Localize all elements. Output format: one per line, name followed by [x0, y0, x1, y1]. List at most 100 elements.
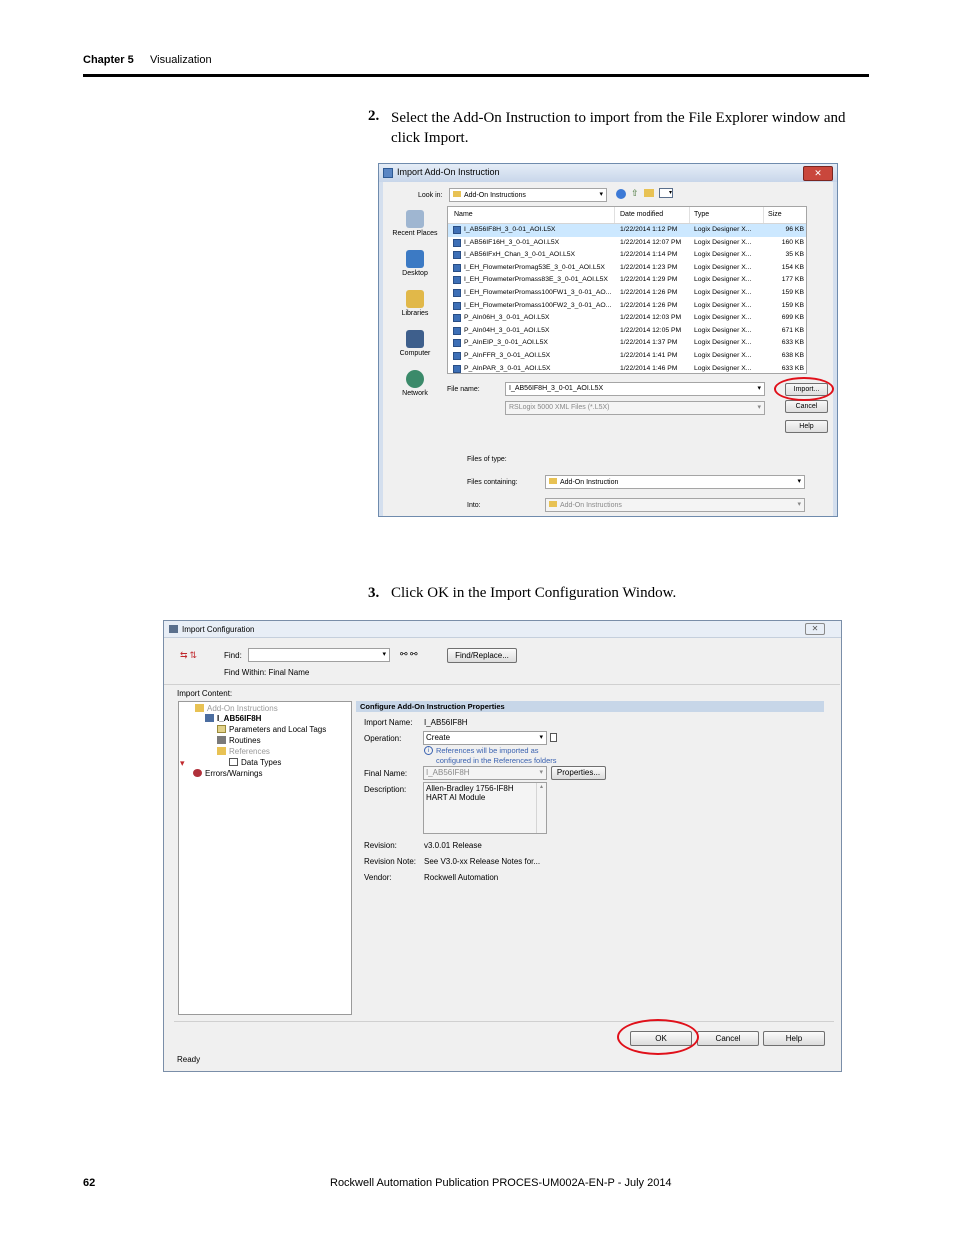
l5x-file-icon [453, 364, 461, 373]
app-icon [169, 625, 178, 633]
tree-label: Errors/Warnings [205, 769, 263, 778]
vendor-label: Vendor: [364, 873, 392, 882]
publication-info: Rockwell Automation Publication PROCES-U… [330, 1177, 672, 1189]
back-icon[interactable] [616, 189, 626, 199]
cancel-button[interactable]: Cancel [697, 1031, 759, 1046]
file-size: 154 KB [781, 263, 804, 271]
place-computer[interactable]: Computer [387, 330, 443, 357]
place-recent[interactable]: Recent Places [387, 210, 443, 237]
chevron-down-icon: ▾ [797, 501, 801, 508]
file-date: 1/22/2014 12:07 PM [620, 238, 682, 246]
find-direction-icon[interactable]: ⇆⇅ [180, 650, 199, 661]
file-row[interactable]: I_AB56IF16H_3_0-01_AOI.L5X 1/22/2014 12:0… [448, 237, 806, 250]
vendor-value: Rockwell Automation [424, 873, 499, 882]
file-row[interactable]: I_EH_FlowmeterPromass100FW2_3_0-01_AO...… [448, 300, 806, 313]
into-select[interactable]: Add-On Instructions ▾ [545, 498, 805, 512]
import-name-label: Import Name: [364, 718, 413, 727]
l5x-file-icon [453, 339, 461, 348]
step-2-text: Select the Add-On Instruction to import … [391, 110, 846, 146]
file-row[interactable]: P_AInPAR_3_0-01_AOI.L5X 1/22/2014 1:46 PM… [448, 363, 806, 373]
file-name: I_AB56IFxH_Chan_3_0-01_AOI.L5X [464, 251, 576, 259]
revision-note-value: See V3.0-xx Release Notes for... [424, 857, 541, 866]
file-row[interactable]: I_EH_FlowmeterPromag53E_3_0-01_AOI.L5X 1/… [448, 262, 806, 275]
tree-node-errors[interactable]: Errors/Warnings [193, 769, 263, 778]
file-size: 177 KB [781, 276, 804, 284]
help-button[interactable]: Help [763, 1031, 825, 1046]
file-type: Logix Designer X... [694, 263, 752, 271]
file-row[interactable]: P_AInEIP_3_0-01_AOI.L5X 1/22/2014 1:37 PM… [448, 337, 806, 350]
files-containing-label: Files containing: [467, 479, 518, 486]
step-2-number: 2. [368, 108, 380, 124]
tree-node-parameters[interactable]: Parameters and Local Tags [217, 725, 326, 734]
file-type: Logix Designer X... [694, 276, 752, 284]
tree-node-data-types[interactable]: Data Types [229, 758, 281, 767]
operation-select[interactable]: Create ▾ [423, 731, 547, 745]
file-type-select[interactable]: RSLogix 5000 XML Files (*.L5X) ▾ [505, 401, 765, 415]
description-box[interactable]: Allen-Bradley 1756-IF8H HART AI Module ▴ [423, 782, 547, 834]
tree-node-references[interactable]: References [217, 747, 270, 756]
file-type-value: RSLogix 5000 XML Files (*.L5X) [509, 404, 610, 411]
file-type: Logix Designer X... [694, 314, 752, 322]
l5x-file-icon [453, 238, 461, 247]
final-name-input[interactable]: I_AB56IF8H ▾ [423, 766, 547, 780]
close-icon[interactable]: ✕ [805, 623, 825, 635]
files-containing-value: Add-On Instruction [560, 479, 619, 486]
ok-highlight-circle [617, 1019, 699, 1055]
import-aoi-title: Import Add-On Instruction [397, 167, 500, 177]
new-folder-icon[interactable] [644, 189, 654, 197]
column-size[interactable]: Size [768, 211, 782, 218]
find-binoculars-icon[interactable]: ⚯ ⚯ [400, 649, 418, 660]
up-folder-icon[interactable]: ⇧ [631, 188, 639, 199]
l5x-file-icon [453, 314, 461, 323]
divider [174, 1021, 834, 1022]
step-3-number: 3. [368, 585, 380, 601]
file-row[interactable]: I_EH_FlowmeterPromass100FW1_3_0-01_AO...… [448, 287, 806, 300]
find-replace-button[interactable]: Find/Replace... [447, 648, 517, 663]
file-type: Logix Designer X... [694, 226, 752, 233]
place-libraries[interactable]: Libraries [387, 290, 443, 317]
import-aoi-dialog: Import Add-On Instruction ✕ Look in: Add… [378, 163, 838, 517]
cancel-button[interactable]: Cancel [785, 400, 828, 413]
document-icon[interactable] [550, 733, 557, 742]
import-name-value: I_AB56IF8H [424, 718, 468, 727]
file-size: 638 KB [781, 352, 804, 359]
view-menu-icon[interactable]: ▾ [659, 188, 673, 198]
desktop-icon [406, 250, 424, 268]
import-config-dialog: Import Configuration ✕ ⇆⇅ Find: ▾ ⚯ ⚯ Fi… [163, 620, 842, 1072]
revision-note-label: Revision Note: [364, 857, 417, 866]
import-content-tree: Add-On Instructions I_AB56IF8H Parameter… [178, 701, 352, 1015]
scrollbar[interactable]: ▴ [536, 783, 546, 833]
column-date[interactable]: Date modified [620, 211, 663, 218]
file-size: 96 KB [785, 226, 804, 233]
file-name-input[interactable]: I_AB56IF8H_3_0-01_AOI.L5X ▾ [505, 382, 765, 396]
file-row[interactable]: I_AB56IF8H_3_0-01_AOI.L5X 1/22/2014 1:12 … [448, 224, 806, 237]
files-containing-select[interactable]: Add-On Instruction ▾ [545, 475, 805, 489]
file-date: 1/22/2014 1:23 PM [620, 263, 678, 271]
file-date: 1/22/2014 1:12 PM [620, 226, 678, 233]
tree-node-aoi-folder[interactable]: Add-On Instructions [195, 704, 278, 713]
tree-node-routines[interactable]: Routines [217, 736, 261, 745]
place-desktop[interactable]: Desktop [387, 250, 443, 277]
file-row[interactable]: P_AIn06H_3_0-01_AOI.L5X 1/22/2014 12:03 P… [448, 312, 806, 325]
file-row[interactable]: I_EH_FlowmeterPromass83E_3_0-01_AOI.L5X 1… [448, 274, 806, 287]
place-network[interactable]: Network [387, 370, 443, 397]
file-type: Logix Designer X... [694, 251, 752, 259]
file-date: 1/22/2014 1:29 PM [620, 276, 678, 284]
file-name-label: File name: [447, 386, 480, 393]
file-size: 160 KB [781, 238, 804, 246]
file-row[interactable]: P_AIn04H_3_0-01_AOI.L5X 1/22/2014 12:05 P… [448, 325, 806, 338]
page-number: 62 [83, 1177, 96, 1189]
find-input[interactable]: ▾ [248, 648, 390, 662]
help-button[interactable]: Help [785, 420, 828, 433]
look-in-select[interactable]: Add-On Instructions ▾ [449, 188, 607, 202]
file-name: I_EH_FlowmeterPromass100FW1_3_0-01_AO... [464, 289, 612, 296]
file-row[interactable]: I_AB56IFxH_Chan_3_0-01_AOI.L5X 1/22/2014 … [448, 249, 806, 262]
file-row[interactable]: P_AInFFR_3_0-01_AOI.L5X 1/22/2014 1:41 PM… [448, 350, 806, 363]
tree-node-aoi[interactable]: I_AB56IF8H [205, 714, 261, 723]
column-name[interactable]: Name [454, 211, 473, 218]
close-icon[interactable]: ✕ [803, 166, 833, 181]
tree-label: References [229, 747, 270, 756]
column-type[interactable]: Type [694, 211, 709, 218]
files-of-type-label: Files of type: [467, 456, 507, 463]
properties-button[interactable]: Properties... [551, 766, 606, 780]
